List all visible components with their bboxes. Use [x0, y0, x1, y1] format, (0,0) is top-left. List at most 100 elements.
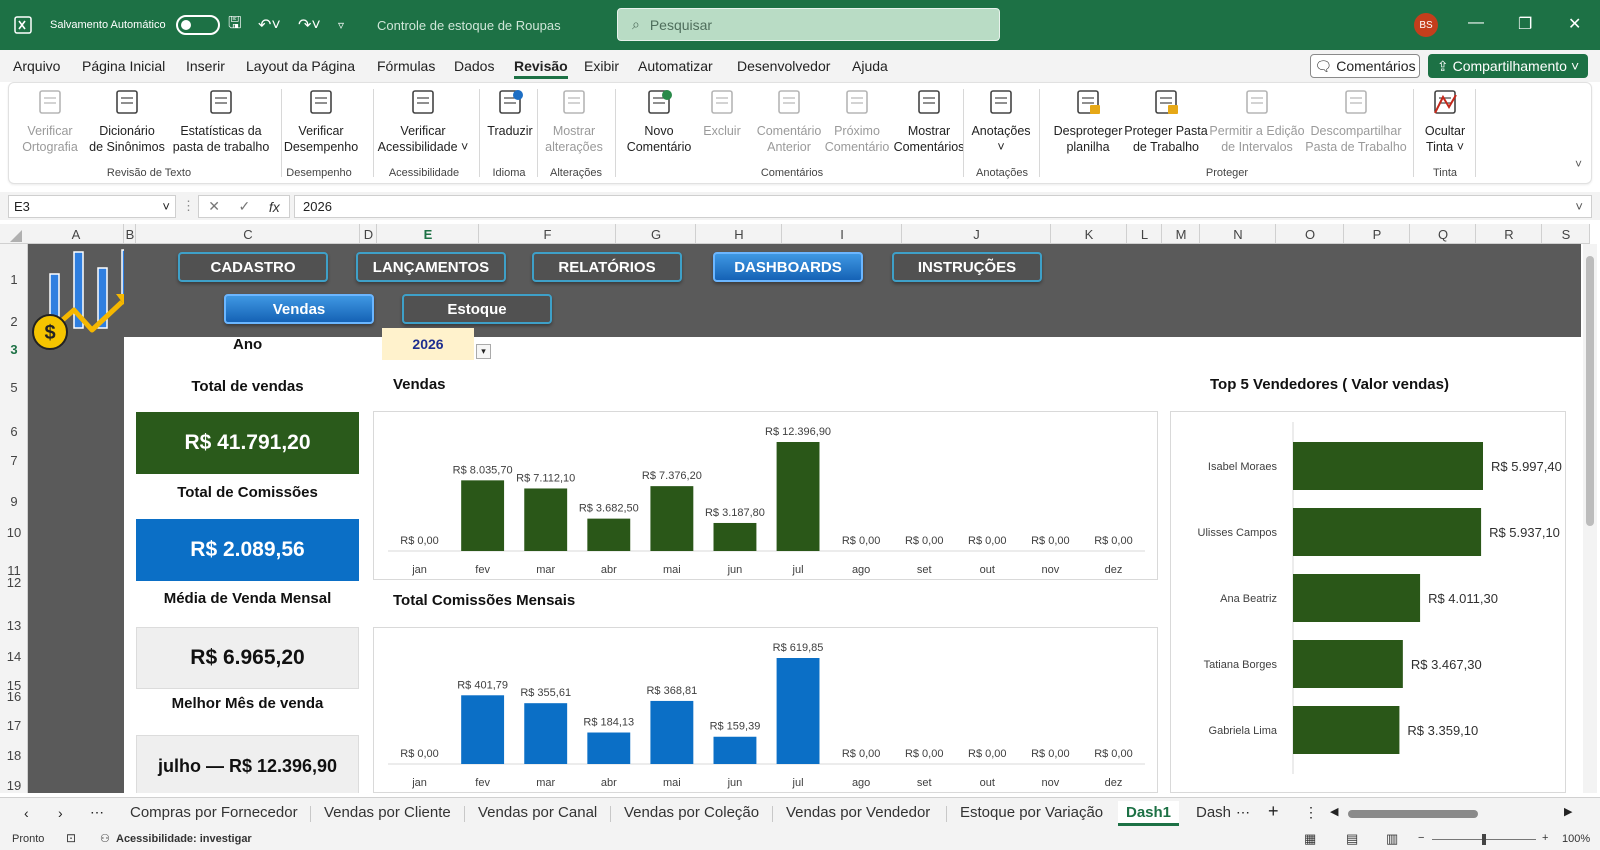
sheet-tab-vendas-por-coleção[interactable]: Vendas por Coleção — [624, 804, 759, 821]
enter-icon[interactable]: ✓ — [239, 198, 251, 215]
column-header[interactable]: Q — [1410, 227, 1476, 242]
menu-desenvolvedor[interactable]: Desenvolvedor — [737, 58, 830, 74]
nav-lancamentos-button[interactable]: LANÇAMENTOS — [356, 252, 506, 282]
sheet-tab-vendas-por-canal[interactable]: Vendas por Canal — [478, 804, 597, 821]
row-header[interactable]: 13 — [0, 618, 28, 633]
cancel-icon[interactable]: ✕ — [208, 198, 220, 215]
ribbon-accessibility-check-button[interactable]: Verificar Acessibilidade ˅ — [375, 87, 471, 155]
customize-toolbar-icon[interactable]: ▿ — [338, 0, 344, 50]
select-all-icon[interactable] — [10, 230, 22, 242]
accessibility-status[interactable]: Acessibilidade: investigar — [116, 833, 252, 845]
ribbon-unprotect-sheet-button[interactable]: Desproteger planilha — [1045, 87, 1131, 155]
menu-ajuda[interactable]: Ajuda — [852, 58, 888, 74]
collapse-ribbon-icon[interactable]: ˅ — [1575, 157, 1582, 171]
ribbon-spelling-button[interactable]: Verificar Ortografia — [19, 87, 81, 155]
menu-automatizar[interactable]: Automatizar — [638, 58, 713, 74]
column-header[interactable]: J — [902, 227, 1051, 242]
menu-layout-pagina[interactable]: Layout da Página — [246, 58, 355, 74]
column-header[interactable]: K — [1051, 227, 1127, 242]
ribbon-translate-button[interactable]: Traduzir — [481, 87, 539, 139]
row-header[interactable]: 1 — [0, 272, 28, 287]
accessibility-icon[interactable]: ⚇ — [100, 832, 110, 845]
undo-icon[interactable]: ↶˅ — [258, 0, 281, 50]
column-header[interactable]: G — [616, 227, 696, 242]
more-sheets-icon[interactable]: ⋯ — [1236, 804, 1250, 821]
row-header[interactable]: 18 — [0, 748, 28, 763]
ribbon-protect-workbook-button[interactable]: Proteger Pasta de Trabalho — [1121, 87, 1211, 155]
redo-icon[interactable]: ↷˅ — [298, 0, 321, 50]
options-icon[interactable]: ⋮ — [1304, 804, 1318, 821]
row-header[interactable]: 3 — [0, 342, 28, 357]
menu-inserir[interactable]: Inserir — [186, 58, 225, 74]
prev-sheet-icon[interactable]: ‹ — [24, 805, 29, 821]
horizontal-scrollbar[interactable]: ◀ ▶ — [1330, 806, 1576, 820]
zoom-level[interactable]: 100% — [1562, 833, 1590, 845]
scroll-thumb[interactable] — [1586, 256, 1594, 526]
name-box[interactable]: E3 ˅ — [8, 195, 176, 218]
sheet-tab-dash1[interactable]: Dash1 — [1118, 801, 1180, 826]
row-header[interactable]: 9 — [0, 494, 28, 509]
ribbon-hide-ink-button[interactable]: Ocultar Tinta ˅ — [1417, 87, 1473, 155]
ribbon-show-changes-button[interactable]: Mostrar alterações — [539, 87, 609, 155]
avatar[interactable]: BS — [1414, 13, 1438, 37]
year-dropdown-icon[interactable]: ▾ — [476, 344, 491, 359]
ribbon-notes-button[interactable]: Anotações ˅ — [967, 87, 1035, 155]
menu-arquivo[interactable]: Arquivo — [13, 58, 60, 74]
sheet-tab-dash[interactable]: Dash — [1196, 804, 1231, 821]
more-sheets-icon[interactable]: ⋯ — [90, 804, 104, 821]
column-header[interactable]: E — [377, 227, 479, 242]
restore-icon[interactable]: ❐ — [1518, 14, 1532, 34]
macro-icon[interactable]: ⊡ — [66, 831, 76, 845]
minimize-icon[interactable]: — — [1468, 14, 1484, 32]
menu-formulas[interactable]: Fórmulas — [377, 58, 435, 74]
column-header[interactable]: O — [1276, 227, 1344, 242]
row-header[interactable]: 5 — [0, 380, 28, 395]
ribbon-previous-comment-button[interactable]: Comentário Anterior — [749, 87, 829, 155]
column-header[interactable]: M — [1162, 227, 1200, 242]
nav-cadastro-button[interactable]: CADASTRO — [178, 252, 328, 282]
row-header[interactable]: 2 — [0, 314, 28, 329]
ribbon-new-comment-button[interactable]: Novo Comentário — [619, 87, 699, 155]
next-sheet-icon[interactable]: › — [58, 805, 63, 821]
column-header[interactable]: A — [28, 227, 124, 242]
ribbon-thesaurus-button[interactable]: Dicionário de Sinônimos — [87, 87, 167, 155]
page-break-icon[interactable]: ▥ — [1386, 831, 1398, 847]
menu-revisao[interactable]: Revisão — [514, 58, 568, 79]
row-header[interactable]: 7 — [0, 453, 28, 468]
subnav-vendas-button[interactable]: Vendas — [224, 294, 374, 324]
nav-dashboards-button[interactable]: DASHBOARDS — [713, 252, 863, 282]
scroll-thumb[interactable] — [1348, 810, 1478, 818]
zoom-in-icon[interactable]: + — [1542, 832, 1548, 844]
column-header[interactable]: I — [782, 227, 902, 242]
zoom-out-icon[interactable]: − — [1418, 832, 1424, 844]
nav-instrucoes-button[interactable]: INSTRUÇÕES — [892, 252, 1042, 282]
ribbon-unshare-workbook-button[interactable]: Descompartilhar Pasta de Trabalho — [1301, 87, 1411, 155]
vertical-scrollbar[interactable] — [1583, 244, 1597, 793]
formula-input[interactable]: 2026 ˅ — [294, 195, 1592, 218]
row-header[interactable]: 10 — [0, 525, 28, 540]
column-header[interactable]: R — [1476, 227, 1542, 242]
subnav-estoque-button[interactable]: Estoque — [402, 294, 552, 324]
row-header[interactable]: 19 — [0, 778, 28, 793]
row-header[interactable]: 17 — [0, 718, 28, 733]
save-icon[interactable]: 🖫 — [228, 0, 242, 50]
ribbon-delete-comment-button[interactable]: Excluir — [695, 87, 749, 139]
expand-formula-icon[interactable]: ˅ — [1575, 199, 1583, 214]
normal-view-icon[interactable]: ▦ — [1304, 831, 1316, 847]
share-button[interactable]: ⇪ Compartilhamento ˅ — [1428, 54, 1588, 78]
ribbon-workbook-stats-button[interactable]: Estatísticas da pasta de trabalho — [169, 87, 273, 155]
sheet-tab-compras-por-fornecedor[interactable]: Compras por Fornecedor — [130, 804, 298, 821]
column-header[interactable]: F — [479, 227, 616, 242]
fx-icon[interactable]: fx — [269, 199, 280, 215]
column-header[interactable]: P — [1344, 227, 1410, 242]
column-header[interactable]: L — [1127, 227, 1162, 242]
column-header[interactable]: C — [136, 227, 360, 242]
column-header[interactable]: S — [1542, 227, 1590, 242]
search-input[interactable]: ⌕ Pesquisar — [617, 8, 1000, 41]
sheet-tab-vendas-por-cliente[interactable]: Vendas por Cliente — [324, 804, 451, 821]
row-header[interactable]: 16 — [0, 689, 28, 704]
ribbon-check-performance-button[interactable]: Verificar Desempenho — [281, 87, 361, 155]
sheet-tab-vendas-por-vendedor[interactable]: Vendas por Vendedor — [786, 804, 930, 821]
autosave-toggle[interactable] — [168, 0, 220, 50]
page-layout-icon[interactable]: ▤ — [1346, 831, 1358, 847]
